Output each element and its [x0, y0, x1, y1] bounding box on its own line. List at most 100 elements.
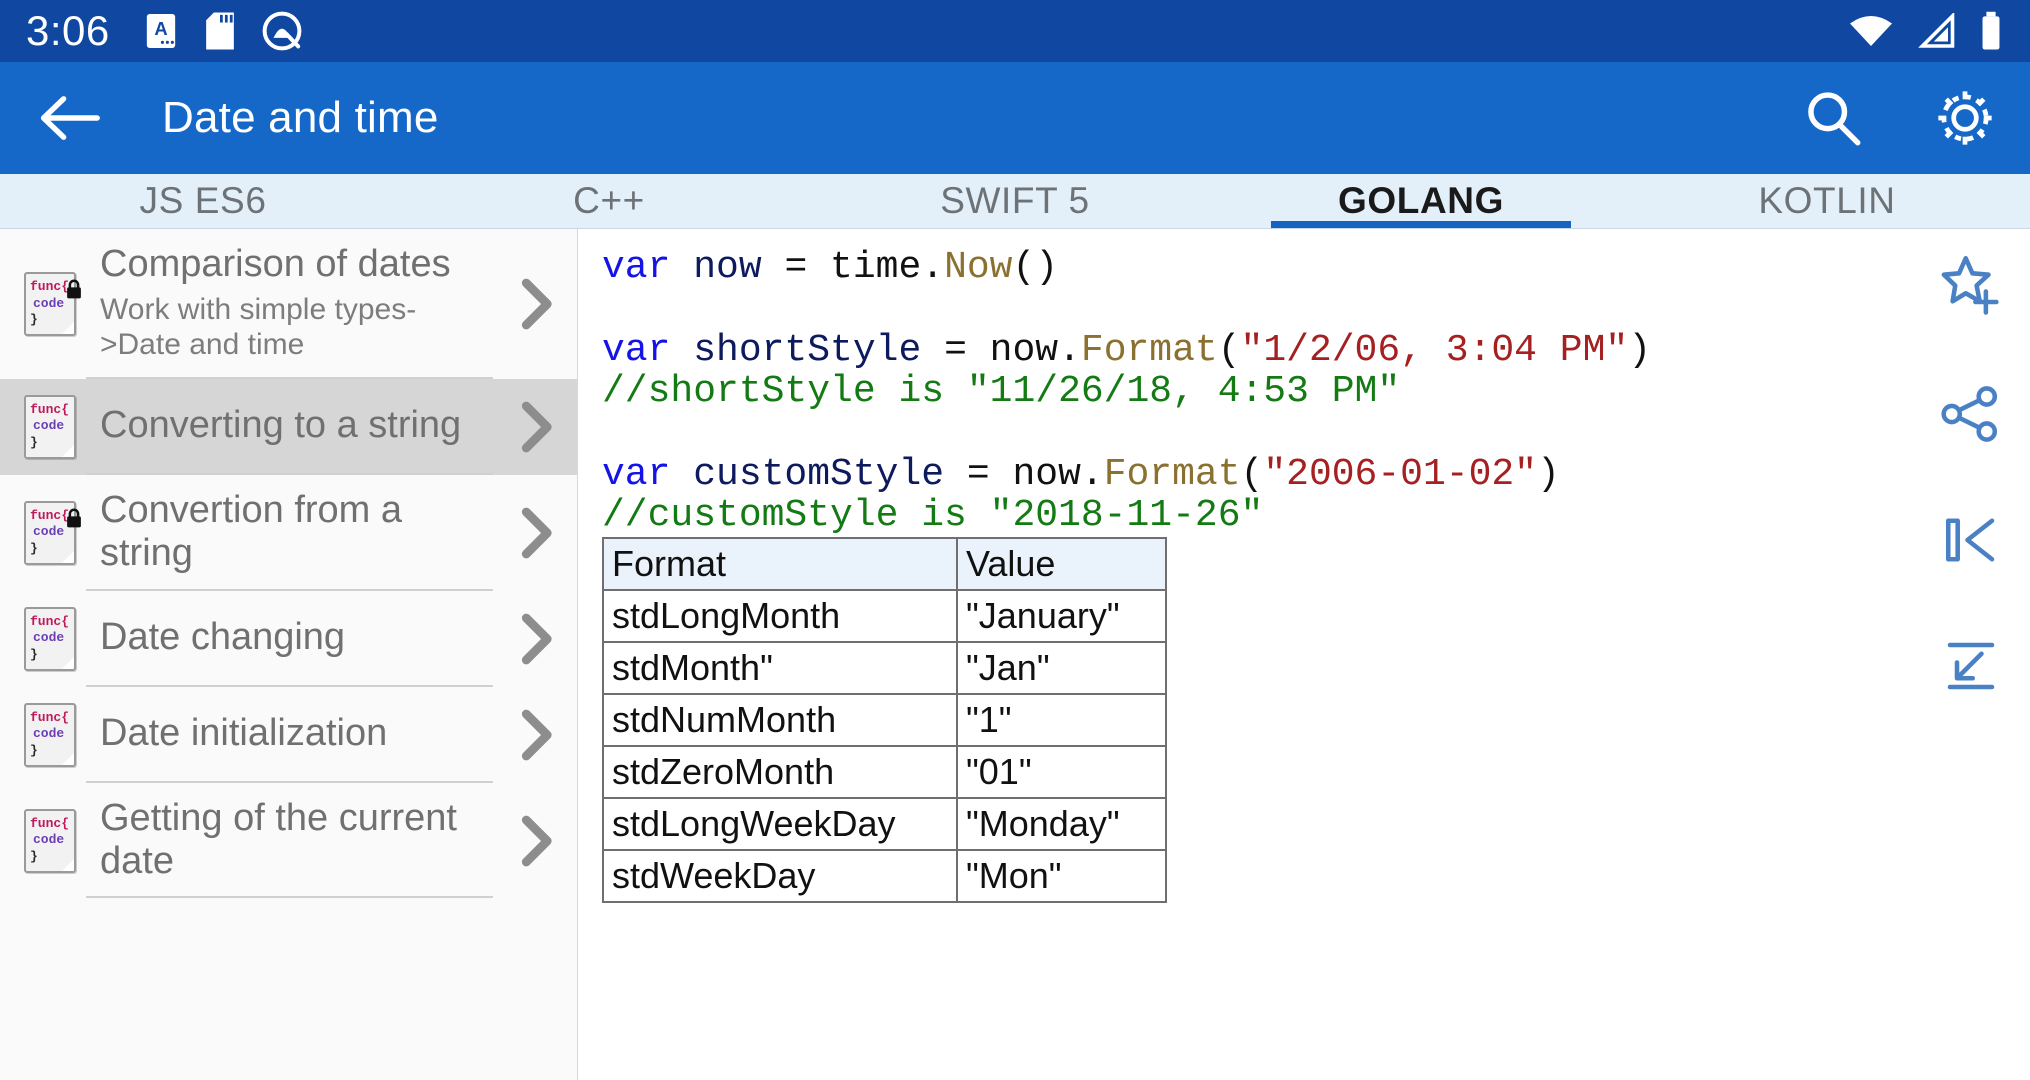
list-item-subtitle: Work with simple types->Date and time	[100, 292, 417, 362]
code-line: var customStyle = now.Format("2006-01-02…	[602, 454, 1651, 495]
code-token: Now	[944, 246, 1013, 289]
code-token: shortStyle	[693, 328, 945, 372]
jump-to-bottom-icon[interactable]	[1934, 629, 2008, 703]
list-item-icon-wrap: func{code}	[14, 500, 86, 565]
code-token: now	[693, 246, 785, 289]
column-header-value: Value	[956, 537, 1167, 591]
list-item[interactable]: func{code} Convertion from a string	[0, 475, 577, 591]
code-line: //shortStyle is "11/26/18, 4:53 PM"	[602, 371, 1651, 412]
column-header-format: Format	[602, 537, 958, 591]
tab-golang[interactable]: GOLANG	[1218, 174, 1624, 228]
tab-swift-5[interactable]: SWIFT 5	[812, 174, 1218, 228]
list-item[interactable]: func{code} Comparison of dates Work with s…	[0, 229, 577, 379]
cell-value: "January"	[956, 589, 1167, 643]
wifi-icon	[1848, 13, 1894, 49]
tab-js-es6[interactable]: JS ES6	[0, 174, 406, 228]
code-icon-line-2: code	[33, 418, 65, 434]
code-token: ()	[1012, 246, 1059, 289]
main-split: func{code} Comparison of dates Work with s…	[0, 229, 2030, 1080]
cell-value: "01"	[956, 745, 1167, 799]
chevron-right-icon	[493, 687, 577, 783]
list-item-icon-wrap: func{code}	[14, 394, 86, 459]
svg-text:A: A	[154, 18, 167, 39]
list-item-text: Comparison of dates Work with simple type…	[86, 229, 493, 379]
table-head: Format Value	[602, 537, 1167, 591]
cell-format: stdNumMonth	[602, 693, 958, 747]
code-token: )	[1628, 328, 1652, 372]
gear-icon[interactable]	[1934, 87, 1996, 149]
cell-format: stdLongMonth	[602, 589, 958, 643]
tab-label: JS ES6	[139, 180, 267, 221]
app-bar: Date and time	[0, 62, 2030, 174]
chevron-right-icon	[493, 379, 577, 475]
tab-kotlin[interactable]: KOTLIN	[1624, 174, 2030, 228]
code-token: )	[1537, 453, 1560, 497]
code-icon-line-1: func{	[30, 613, 70, 629]
list-item-text: Getting of the current date	[86, 783, 493, 899]
code-line: //customStyle is "2018-11-26"	[602, 495, 1651, 536]
code-token: Format	[1103, 453, 1241, 497]
tab-label: C++	[573, 180, 645, 221]
code-icon-line-1: func{	[30, 401, 70, 417]
tab-label: GOLANG	[1338, 180, 1504, 221]
code-token: =	[944, 328, 990, 372]
code-icon-line-1: func{	[30, 709, 70, 725]
list-item[interactable]: func{code} Converting to a string	[0, 378, 577, 475]
code-icon-line-2: code	[33, 630, 65, 646]
page-title: Date and time	[162, 93, 439, 142]
skip-to-first-icon[interactable]	[1934, 503, 2008, 577]
code-icon-line-3: }	[30, 742, 38, 758]
list-item-title: Comparison of dates	[100, 243, 451, 285]
code-snippet-icon: func{code}	[24, 394, 76, 459]
list-item-title: Getting of the current date	[100, 796, 457, 882]
table-row: stdWeekDay "Mon"	[602, 849, 1167, 903]
table-row: stdMonth" "Jan"	[602, 641, 1167, 695]
list-item[interactable]: func{code} Date changing	[0, 591, 577, 687]
code-snippet-icon: func{code}	[24, 702, 76, 767]
code-token: //customStyle is "2018-11-26"	[602, 494, 1264, 538]
cell-value: "Monday"	[956, 797, 1167, 851]
cell-value: "1"	[956, 693, 1167, 747]
table-body: stdLongMonth "January" stdMonth" "Jan" stdNu…	[602, 589, 1167, 903]
code-token: customStyle	[693, 453, 967, 497]
list-item-title: Convertion from a string	[100, 488, 403, 574]
cell-value: "Mon"	[956, 849, 1167, 903]
code-token: var	[602, 328, 694, 372]
code-token: //shortStyle is "11/26/18, 4:53 PM"	[602, 370, 1401, 414]
code-icon-line-3: }	[30, 312, 38, 328]
tab-cpp[interactable]: C++	[406, 174, 812, 228]
list-item-icon-wrap: func{code}	[14, 271, 86, 336]
battery-icon	[1978, 11, 2004, 51]
code-token: (	[1240, 453, 1264, 497]
code-icon-line-3: }	[30, 646, 38, 662]
search-icon[interactable]	[1802, 87, 1864, 149]
share-icon[interactable]	[1934, 377, 2008, 451]
list-item-text: Convertion from a string	[86, 475, 493, 591]
code-token: "2006-01-02"	[1263, 453, 1537, 497]
code-icon-line-3: }	[30, 435, 38, 451]
chevron-right-icon	[493, 591, 577, 687]
list-item-text: Date changing	[86, 591, 493, 687]
table-row: stdZeroMonth "01"	[602, 745, 1167, 799]
table-row: stdLongMonth "January"	[602, 589, 1167, 643]
code-snippet: var now = time.Now() var shortStyle = no…	[602, 247, 1651, 537]
code-token: now.	[989, 328, 1081, 372]
sd-card-icon	[204, 11, 236, 51]
code-snippet-icon: func{code}	[24, 606, 76, 671]
code-line: var now = time.Now()	[602, 247, 1651, 288]
topic-list-sidebar[interactable]: func{code} Comparison of dates Work with s…	[0, 229, 578, 1080]
lock-icon	[64, 278, 84, 300]
list-item[interactable]: func{code} Date initialization	[0, 687, 577, 783]
cell-format: stdMonth"	[602, 641, 958, 695]
list-item-title: Date changing	[100, 616, 346, 659]
code-line: var shortStyle = now.Format("1/2/06, 3:0…	[602, 330, 1651, 371]
code-icon-line-3: }	[30, 848, 38, 864]
list-item-icon-wrap: func{code}	[14, 606, 86, 671]
list-item[interactable]: func{code} Getting of the current date	[0, 783, 577, 899]
back-button[interactable]	[34, 82, 106, 154]
list-item-title: Date initialization	[100, 712, 388, 755]
table-row: stdNumMonth "1"	[602, 693, 1167, 747]
add-to-favorites-icon[interactable]	[1934, 251, 2008, 325]
table-row: stdLongWeekDay "Monday"	[602, 797, 1167, 851]
